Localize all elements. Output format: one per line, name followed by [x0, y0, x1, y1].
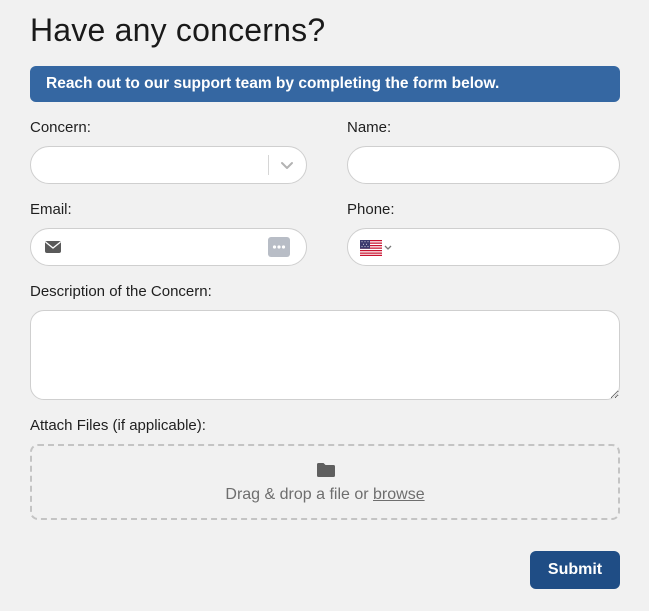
concern-select[interactable] — [30, 146, 307, 184]
email-field-wrap — [30, 228, 307, 266]
file-dropzone[interactable]: Drag & drop a file or browse — [30, 444, 620, 520]
concern-label: Concern: — [30, 119, 91, 136]
name-field-wrap — [347, 146, 620, 184]
envelope-icon — [44, 240, 62, 254]
phone-field-wrap — [347, 228, 620, 266]
submit-button[interactable]: Submit — [530, 551, 620, 589]
email-label: Email: — [30, 201, 72, 218]
description-label: Description of the Concern: — [30, 283, 212, 300]
us-flag-icon — [360, 240, 392, 256]
email-field[interactable] — [31, 229, 306, 265]
description-field-wrap — [30, 310, 620, 400]
name-field[interactable] — [348, 147, 619, 183]
folder-icon — [316, 462, 336, 478]
dropzone-text: Drag & drop a file or browse — [32, 486, 618, 504]
info-banner: Reach out to our support team by complet… — [30, 66, 620, 102]
phone-label: Phone: — [347, 201, 395, 218]
name-label: Name: — [347, 119, 392, 136]
browse-link[interactable]: browse — [373, 486, 425, 503]
country-selector[interactable] — [360, 240, 394, 256]
banner-text: Reach out to our support team by complet… — [46, 75, 500, 92]
chevron-down-icon[interactable] — [278, 155, 296, 175]
dropzone-instruction: Drag & drop a file or — [225, 486, 374, 503]
page-title: Have any concerns? — [30, 12, 326, 48]
description-field[interactable] — [31, 311, 619, 399]
select-divider — [268, 155, 269, 175]
password-dots-icon[interactable] — [268, 237, 290, 257]
concern-select-value[interactable] — [31, 147, 306, 183]
attachments-label: Attach Files (if applicable): — [30, 417, 206, 434]
